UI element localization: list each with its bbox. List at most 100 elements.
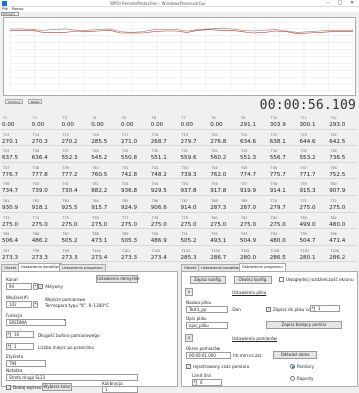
dodaj-wykres-label: Dodaj wykres: [13, 385, 42, 390]
nazwa-input[interactable]: Test1_pp: [186, 306, 228, 313]
wybierz-kolor-button[interactable]: Wybierz kolor: [42, 383, 72, 391]
funkcja-select[interactable]: ŚREDNIA: [6, 319, 66, 326]
opis-input[interactable]: opis_pliku: [186, 322, 228, 329]
channel-value: 752.5: [329, 171, 346, 178]
channel-value: 762.0: [210, 171, 227, 178]
open-config-button[interactable]: Otwórz konfig.: [234, 276, 272, 284]
channel-label: T67: [181, 199, 188, 203]
collapse-pomiar-button[interactable]: x: [185, 334, 193, 342]
restore-defaults-button[interactable]: Ustawienia domyślne: [96, 275, 140, 283]
channel-value: 918.1: [31, 205, 48, 211]
channel-label: T53: [122, 182, 129, 187]
channel-value: 556.7: [269, 155, 286, 162]
channel-label: T27: [62, 149, 69, 154]
dodaj-wykres-checkbox[interactable]: ✓: [6, 385, 11, 390]
channel-grid: T1 0.00 T2 0.00 T3 0.00 T4 0.00 T5 0.00 T6 0.00 T7 0.…: [1, 113, 358, 263]
channel-label: T59: [300, 182, 307, 187]
save-config-button[interactable]: Zapisz konfig.: [190, 276, 226, 284]
channel-label: T44: [211, 165, 218, 170]
channel-value: 280.1: [299, 254, 316, 261]
limit-spinner[interactable]: ▴: [192, 379, 197, 386]
channel-value: 748.2: [150, 171, 167, 178]
channel-label: T102: [151, 248, 161, 253]
channel-label: T46: [270, 165, 278, 170]
okres-input[interactable]: 00:00:01.000: [186, 352, 231, 359]
channel-value: 271.0: [121, 138, 138, 145]
program-settings-panel: Obiekt Ustawienia kanałów Ustawienia pro…: [181, 263, 358, 387]
bufor-label: Długość bufora pomiarowego: [38, 333, 100, 338]
tab-ustawienia-kanalow-2[interactable]: Ustawienia kanałów: [198, 264, 242, 271]
channel-value: 291.1: [240, 122, 257, 128]
channel-label: T61: [3, 199, 10, 203]
zapisz-co-spinner[interactable]: ▴: [310, 305, 315, 312]
channel-value: 552.3: [61, 155, 78, 162]
tab-ustawienia-programu[interactable]: Ustawienia programu: [59, 264, 106, 271]
funkcja-label: Funkcja: [6, 313, 22, 318]
channel-label: T12: [330, 116, 337, 120]
raporty-radio[interactable]: [290, 376, 295, 381]
uwzglednij-checkbox[interactable]: [279, 277, 284, 282]
zapisz-co-label: Zapisz do pliku co: [273, 307, 311, 312]
channel-value: 924.9: [121, 205, 138, 211]
channel-value: 914.1: [269, 188, 286, 195]
save-measurement-button[interactable]: Zapisz bieżący pomiar: [266, 321, 342, 329]
notatka-input[interactable]: Strefa druga SL23: [6, 374, 138, 381]
channel-value: 925.5: [61, 205, 78, 211]
channel-label: T26: [32, 149, 40, 154]
row-divider: [1, 228, 358, 230]
tab-ustawienia-kanalow[interactable]: Ustawienia kanałów: [18, 263, 62, 271]
channel-label: T21: [241, 132, 248, 137]
zoom-button[interactable]: Zoomuj: [5, 99, 23, 104]
channel-label: T25: [3, 149, 10, 154]
tab-pomiary[interactable]: Pomiary: [1, 12, 19, 16]
channel-label: T91: [181, 232, 188, 237]
chevron-down-icon[interactable]: ▾: [62, 319, 67, 326]
channel-value: 907.9: [329, 188, 346, 195]
bufor-spinner[interactable]: ▴: [6, 331, 11, 338]
channel-label: T35: [300, 149, 307, 154]
channel-label: T71: [300, 199, 307, 203]
channel-settings-panel: Obiekt Ustawienia kanałów Ustawienia pro…: [1, 263, 178, 393]
app-window: WPOI RemoteProtection - WindowsProcessor…: [0, 0, 359, 393]
channel-value: 929.5: [150, 188, 167, 195]
channel-value: 937.8: [180, 188, 197, 195]
channel-label: T77: [122, 215, 129, 220]
kanal-input[interactable]: 94: [6, 283, 32, 290]
wejscie-input[interactable]: 102: [6, 301, 32, 308]
channel-label: T11: [300, 116, 307, 120]
aktywny-checkbox[interactable]: ✓: [38, 284, 43, 289]
channel-value: 285.5: [91, 138, 108, 145]
channel-value: 273.3: [31, 254, 48, 261]
close-button[interactable]: ✕: [346, 0, 358, 7]
channel-value: 559.6: [180, 155, 197, 162]
channel-label: T48: [330, 165, 337, 170]
przedzial-spinner[interactable]: ▴: [6, 343, 11, 350]
channel-label: T38: [32, 165, 40, 170]
kalibracja-input[interactable]: 1: [102, 386, 138, 393]
channel-label: T84: [330, 215, 337, 220]
maximize-button[interactable]: □: [334, 0, 346, 7]
collapse-plik-button[interactable]: x: [185, 288, 193, 296]
channel-label: T6: [151, 116, 156, 120]
channel-label: T99: [62, 248, 69, 253]
tab-ustawienia-programu-2[interactable]: Ustawienia programu: [239, 263, 286, 271]
nazwa-label: Nazwa pliku: [186, 300, 212, 305]
pomiary-radio[interactable]: [290, 364, 295, 369]
wejscie-spinner[interactable]: ▴: [33, 301, 38, 308]
zapisz-co-checkbox[interactable]: ✓: [266, 307, 271, 312]
channel-label: T43: [181, 165, 188, 170]
channel-label: T80: [211, 215, 218, 220]
wejscie-label: Wejście(#): [6, 295, 29, 300]
aktywny-label: Aktywny: [45, 284, 63, 289]
channel-label: T51: [62, 182, 69, 187]
minimize-button[interactable]: –: [322, 0, 334, 7]
tab-obiekt[interactable]: Obiekt: [1, 264, 20, 271]
channel-label: T75: [62, 215, 69, 220]
refresh-period-button[interactable]: Odśwież okres: [273, 351, 317, 359]
tab-obiekt-2[interactable]: Obiekt: [181, 264, 200, 271]
etykieta-input[interactable]: T94: [6, 360, 46, 367]
channel-value: 273.4: [91, 254, 108, 261]
reset-button[interactable]: Reset: [28, 99, 42, 104]
channel-label: T29: [122, 149, 129, 154]
rejestruj-checkbox[interactable]: ✓: [186, 364, 191, 369]
